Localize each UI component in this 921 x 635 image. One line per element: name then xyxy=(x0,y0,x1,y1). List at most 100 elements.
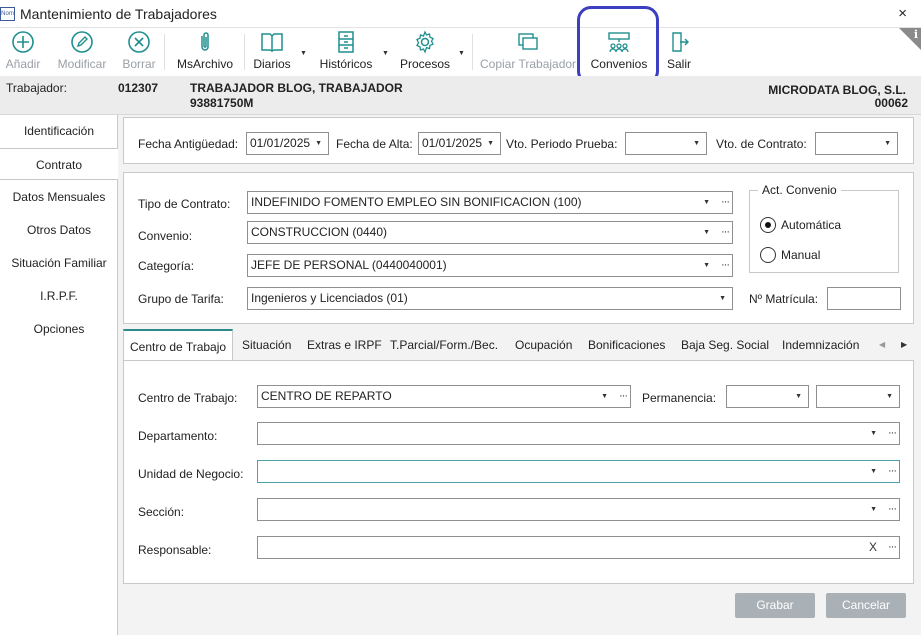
chevron-down-icon[interactable]: ▼ xyxy=(703,192,710,213)
company-code: 00062 xyxy=(874,96,908,110)
x-circle-icon xyxy=(128,31,150,53)
alta-label: Fecha de Alta: xyxy=(336,137,413,151)
chevron-down-icon[interactable]: ▼ xyxy=(601,386,608,407)
unidad-negocio-select[interactable]: ▼ ··· xyxy=(257,460,900,483)
diarios-button[interactable]: Diarios xyxy=(252,30,292,74)
matricula-label: Nº Matrícula: xyxy=(749,292,819,306)
toolbar: Añadir Modificar Borrar MsArchivo Diario… xyxy=(0,28,921,76)
dates-panel: Fecha Antigüedad: 01/01/2025 ▼ Fecha de … xyxy=(123,117,914,164)
tab-indemnizacion[interactable]: Indemnización xyxy=(782,329,859,361)
sidebar-item-contrato[interactable]: Contrato xyxy=(0,148,119,180)
contrato-date-field[interactable]: ▼ xyxy=(815,132,898,155)
radio-manual[interactable] xyxy=(760,247,776,263)
act-convenio-title: Act. Convenio xyxy=(758,183,841,197)
convenio-select[interactable]: CONSTRUCCION (0440) ▼ ··· xyxy=(247,221,733,244)
sidebar-item-opciones[interactable]: Opciones xyxy=(0,313,118,345)
permanencia-select-1[interactable]: ▼ xyxy=(726,385,809,408)
add-button[interactable]: Añadir xyxy=(4,30,42,74)
worker-info-bar: Trabajador: 012307 TRABAJADOR BLOG, TRAB… xyxy=(0,76,921,115)
grupo-tarifa-label: Grupo de Tarifa: xyxy=(138,292,224,306)
tab-bonificaciones[interactable]: Bonificaciones xyxy=(588,329,665,361)
ellipsis-icon[interactable]: ··· xyxy=(721,255,730,276)
cancel-button[interactable]: Cancelar xyxy=(826,593,906,618)
ellipsis-icon[interactable]: ··· xyxy=(888,423,897,444)
prueba-date-field[interactable]: ▼ xyxy=(625,132,707,155)
paperclip-icon xyxy=(201,32,209,51)
departamento-select[interactable]: ▼ ··· xyxy=(257,422,900,445)
toolbar-separator xyxy=(244,34,245,70)
act-convenio-group: Act. Convenio Automática Manual xyxy=(749,183,899,273)
chevron-down-icon[interactable]: ▼ xyxy=(693,133,700,154)
chevron-down-icon[interactable]: ▼ xyxy=(795,386,802,407)
tab-scroll-left-icon[interactable]: ◀ xyxy=(879,329,885,361)
radio-automatica-label[interactable]: Automática xyxy=(781,218,841,232)
msarchivo-button[interactable]: MsArchivo xyxy=(174,30,236,74)
chevron-down-icon[interactable]: ▼ xyxy=(870,461,877,482)
toolbar-separator xyxy=(472,34,473,70)
centro-select[interactable]: CENTRO DE REPARTO ▼ ··· xyxy=(257,385,631,408)
ellipsis-icon[interactable]: ··· xyxy=(721,222,730,243)
historicos-dropdown-arrow[interactable]: ▼ xyxy=(382,50,389,57)
chevron-down-icon[interactable]: ▼ xyxy=(315,133,322,154)
responsable-label: Responsable: xyxy=(138,543,212,557)
permanencia-label: Permanencia: xyxy=(642,391,717,405)
radio-automatica[interactable] xyxy=(760,217,776,233)
worker-name: TRABAJADOR BLOG, TRABAJADOR xyxy=(190,81,403,95)
copy-worker-button[interactable]: Copiar Trabajador xyxy=(480,30,576,74)
sidebar: Identificación Contrato Datos Mensuales … xyxy=(0,115,119,635)
convenios-highlight-annotation xyxy=(577,6,659,85)
radio-manual-label[interactable]: Manual xyxy=(781,248,820,262)
grupo-tarifa-select[interactable]: Ingenieros y Licenciados (01) ▼ xyxy=(247,287,733,310)
ellipsis-icon[interactable]: ··· xyxy=(619,386,628,407)
sidebar-item-datos-mensuales[interactable]: Datos Mensuales xyxy=(0,181,118,213)
ellipsis-icon[interactable]: ··· xyxy=(888,499,897,520)
chevron-down-icon[interactable]: ▼ xyxy=(703,222,710,243)
pencil-circle-icon xyxy=(71,31,93,53)
chevron-down-icon[interactable]: ▼ xyxy=(703,255,710,276)
diarios-dropdown-arrow[interactable]: ▼ xyxy=(300,50,307,57)
clear-icon[interactable]: X xyxy=(869,537,877,558)
tab-tparcial[interactable]: T.Parcial/Form./Bec. xyxy=(390,329,498,361)
chevron-down-icon[interactable]: ▼ xyxy=(886,386,893,407)
tab-situacion[interactable]: Situación xyxy=(242,329,291,361)
procesos-dropdown-arrow[interactable]: ▼ xyxy=(458,50,465,57)
chevron-down-icon[interactable]: ▼ xyxy=(719,288,726,309)
responsable-input[interactable]: X ··· xyxy=(257,536,900,559)
chevron-down-icon[interactable]: ▼ xyxy=(884,133,891,154)
cabinet-icon xyxy=(338,31,354,53)
delete-button[interactable]: Borrar xyxy=(120,30,158,74)
seccion-select[interactable]: ▼ ··· xyxy=(257,498,900,521)
chevron-down-icon[interactable]: ▼ xyxy=(870,423,877,444)
tab-extras-irpf[interactable]: Extras e IRPF xyxy=(307,329,382,361)
ellipsis-icon[interactable]: ··· xyxy=(721,192,730,213)
antiguedad-date-field[interactable]: 01/01/2025 ▼ xyxy=(246,132,329,155)
sidebar-item-situacion-familiar[interactable]: Situación Familiar xyxy=(0,247,118,279)
tab-ocupacion[interactable]: Ocupación xyxy=(515,329,572,361)
sidebar-item-identificacion[interactable]: Identificación xyxy=(0,115,118,147)
historicos-button[interactable]: Históricos xyxy=(316,30,376,74)
tab-centro-trabajo[interactable]: Centro de Trabajo xyxy=(123,329,234,361)
edit-button[interactable]: Modificar xyxy=(54,30,110,74)
departamento-label: Departamento: xyxy=(138,429,218,443)
tab-scroll-right-icon[interactable]: ▶ xyxy=(901,329,907,361)
ellipsis-icon[interactable]: ··· xyxy=(888,461,897,482)
unidad-negocio-label: Unidad de Negocio: xyxy=(138,467,244,481)
ellipsis-icon[interactable]: ··· xyxy=(888,537,897,558)
chevron-down-icon[interactable]: ▼ xyxy=(870,499,877,520)
procesos-button[interactable]: Procesos xyxy=(398,30,452,74)
permanencia-select-2[interactable]: ▼ xyxy=(816,385,900,408)
exit-button[interactable]: Salir xyxy=(664,30,694,74)
save-button[interactable]: Grabar xyxy=(735,593,815,618)
worker-code: 012307 xyxy=(118,81,159,95)
worker-label: Trabajador: xyxy=(6,81,67,95)
close-button[interactable]: × xyxy=(898,5,907,22)
categoria-select[interactable]: JEFE DE PERSONAL (0440040001) ▼ ··· xyxy=(247,254,733,277)
tipo-contrato-select[interactable]: INDEFINIDO FOMENTO EMPLEO SIN BONIFICACI… xyxy=(247,191,733,214)
tab-baja-seg-social[interactable]: Baja Seg. Social xyxy=(681,329,769,361)
sidebar-item-irpf[interactable]: I.R.P.F. xyxy=(0,280,118,312)
alta-date-field[interactable]: 01/01/2025 ▼ xyxy=(418,132,501,155)
chevron-down-icon[interactable]: ▼ xyxy=(487,133,494,154)
sidebar-item-otros-datos[interactable]: Otros Datos xyxy=(0,214,118,246)
worker-id: 93881750M xyxy=(190,96,254,110)
matricula-input[interactable] xyxy=(827,287,901,310)
